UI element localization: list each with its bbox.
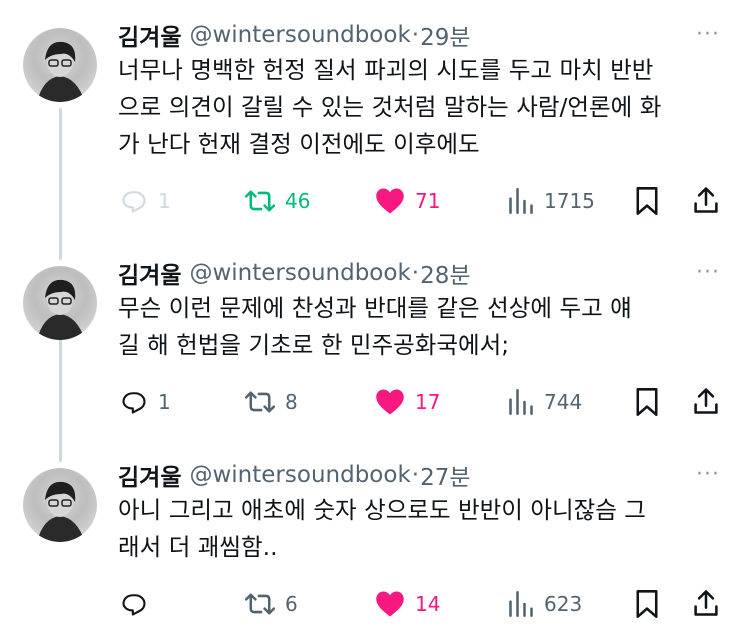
reply-button[interactable] [120, 590, 148, 618]
action-bar: 1 8 17 744 [0, 382, 743, 422]
timestamp[interactable]: 27분 [420, 458, 470, 492]
bookmark-icon [636, 187, 658, 215]
tweet-text: 아니 그리고 애초에 숫자 상으로도 반반이 아니잖슴 그 래서 더 괘씸함.. [118, 496, 646, 561]
views-icon [509, 591, 533, 617]
views-button[interactable]: 1715 [508, 187, 595, 215]
like-button[interactable]: 14 [375, 590, 440, 618]
bookmark-button[interactable] [635, 387, 659, 417]
views-button[interactable]: 623 [508, 590, 582, 618]
retweet-icon [245, 593, 275, 615]
tweet-header: 김겨울 @wintersoundbook · 27분 [118, 458, 471, 492]
bookmark-button[interactable] [635, 186, 659, 216]
views-icon [509, 188, 533, 214]
like-button[interactable]: 71 [375, 187, 440, 215]
like-count: 14 [415, 592, 441, 616]
bookmark-icon [636, 388, 658, 416]
views-icon [509, 389, 533, 415]
action-bar: 1 46 71 1715 [0, 181, 743, 221]
heart-icon [376, 188, 404, 214]
reply-icon [122, 594, 146, 616]
tweet-text: 무슨 이런 문제에 찬성과 반대를 같은 선상에 두고 얘 길 해 헌법을 기초… [118, 294, 632, 359]
reply-button[interactable]: 1 [120, 187, 171, 215]
like-count: 17 [415, 390, 441, 414]
retweet-icon [245, 391, 275, 413]
share-icon [694, 590, 718, 616]
more-options-icon[interactable]: ··· [696, 22, 720, 47]
heart-icon [376, 591, 404, 617]
user-handle[interactable]: @wintersoundbook [189, 462, 410, 488]
timestamp[interactable]: 28분 [420, 256, 470, 290]
bookmark-button[interactable] [635, 589, 659, 619]
retweet-icon [245, 190, 275, 212]
reply-icon [122, 191, 146, 213]
views-count: 623 [544, 592, 583, 616]
separator-dot: · [411, 260, 420, 286]
retweet-button[interactable]: 46 [245, 187, 310, 215]
reply-count: 1 [158, 189, 171, 213]
like-button[interactable]: 17 [375, 388, 440, 416]
bookmark-icon [636, 590, 658, 618]
more-options-icon[interactable]: ··· [696, 462, 720, 487]
user-handle[interactable]: @wintersoundbook [189, 260, 410, 286]
avatar[interactable] [23, 28, 97, 102]
heart-icon [376, 389, 404, 415]
retweet-count: 46 [285, 189, 311, 213]
more-options-icon[interactable]: ··· [696, 260, 720, 285]
share-icon [694, 388, 718, 414]
reply-icon [122, 392, 146, 414]
retweet-button[interactable]: 6 [245, 590, 298, 618]
timestamp[interactable]: 29분 [420, 18, 470, 52]
user-handle[interactable]: @wintersoundbook [189, 22, 410, 48]
share-button[interactable] [692, 588, 720, 618]
retweet-count: 6 [285, 592, 298, 616]
tweet-header: 김겨울 @wintersoundbook · 29분 [118, 18, 471, 52]
share-icon [694, 187, 718, 213]
display-name[interactable]: 김겨울 [118, 256, 181, 290]
avatar[interactable] [23, 266, 97, 340]
views-count: 1715 [544, 189, 595, 213]
retweet-count: 8 [285, 390, 298, 414]
display-name[interactable]: 김겨울 [118, 18, 181, 52]
views-button[interactable]: 744 [508, 388, 582, 416]
retweet-button[interactable]: 8 [245, 388, 298, 416]
share-button[interactable] [692, 185, 720, 215]
tweet-text: 너무나 명백한 헌정 질서 파괴의 시도를 두고 마치 반반 으로 의견이 갈릴… [118, 56, 662, 158]
share-button[interactable] [692, 386, 720, 416]
reply-button[interactable]: 1 [120, 388, 171, 416]
views-count: 744 [544, 390, 583, 414]
like-count: 71 [415, 189, 441, 213]
action-bar: 6 14 623 [0, 584, 743, 624]
tweet-header: 김겨울 @wintersoundbook · 28분 [118, 256, 471, 290]
avatar[interactable] [23, 468, 97, 542]
reply-count: 1 [158, 390, 171, 414]
separator-dot: · [411, 462, 420, 488]
separator-dot: · [411, 22, 420, 48]
display-name[interactable]: 김겨울 [118, 458, 181, 492]
